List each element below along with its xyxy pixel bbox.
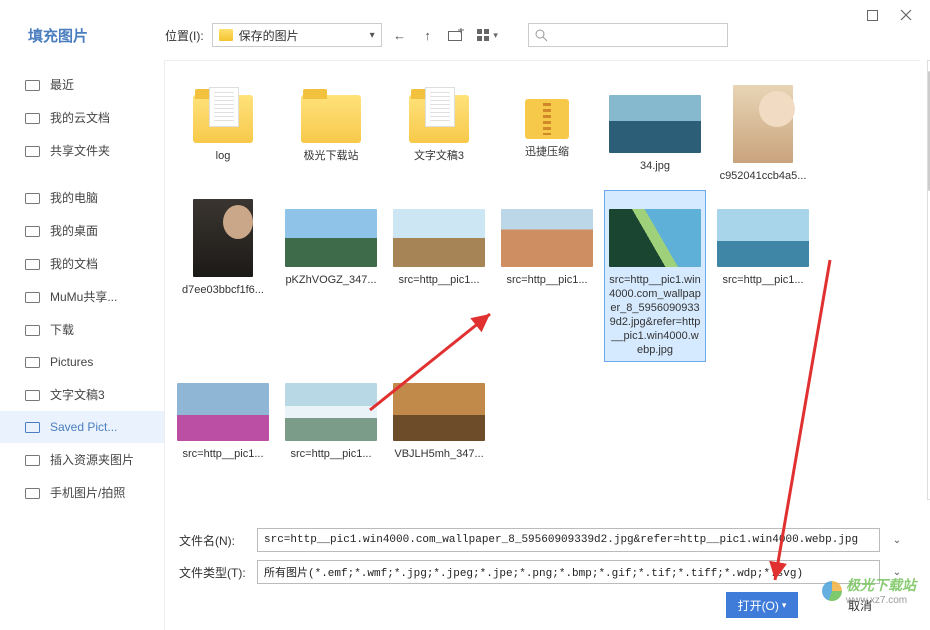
- up-button[interactable]: ↑: [418, 25, 438, 45]
- file-item-2[interactable]: 文字文稿3: [389, 77, 489, 187]
- sidebar-item-8[interactable]: Pictures: [0, 346, 164, 378]
- file-label: src=http__pic1...: [182, 447, 263, 461]
- filename-input[interactable]: src=http__pic1.win4000.com_wallpaper_8_5…: [257, 528, 880, 552]
- sidebar-item-9[interactable]: 文字文稿3: [0, 378, 164, 411]
- sidebar-item-12[interactable]: 手机图片/拍照: [0, 476, 164, 509]
- file-label: VBJLH5mh_347...: [394, 447, 483, 461]
- logo-icon: [822, 581, 842, 601]
- sidebar-item-label: 共享文件夹: [50, 142, 110, 159]
- new-folder-button[interactable]: [446, 25, 466, 45]
- location-combo[interactable]: 保存的图片 ▾: [212, 23, 382, 47]
- chevron-down-icon: ▾: [493, 30, 498, 41]
- maximize-button[interactable]: [866, 9, 878, 21]
- location-label: 位置(I):: [165, 27, 204, 44]
- watermark: 极光下载站 www.xz7.com: [822, 575, 916, 606]
- file-label: pKZhVOGZ_347...: [285, 273, 376, 287]
- sidebar-item-label: 最近: [50, 76, 74, 93]
- file-label: d7ee03bbcf1f6...: [182, 283, 264, 297]
- sidebar-item-2[interactable]: 共享文件夹: [0, 134, 164, 167]
- chevron-down-icon: ▾: [782, 600, 787, 611]
- file-label: 文字文稿3: [414, 149, 464, 163]
- file-item-14[interactable]: VBJLH5mh_347...: [389, 365, 489, 465]
- share-icon: [24, 143, 40, 159]
- search-input[interactable]: [528, 23, 728, 47]
- monitor-icon: [24, 190, 40, 206]
- sidebar-item-3[interactable]: 我的电脑: [0, 181, 164, 214]
- folder-icon: [24, 289, 40, 305]
- file-item-7[interactable]: pKZhVOGZ_347...: [281, 191, 381, 361]
- sidebar-item-7[interactable]: 下载: [0, 313, 164, 346]
- file-label: 迅捷压缩: [525, 145, 569, 159]
- file-item-3[interactable]: 迅捷压缩: [497, 77, 597, 187]
- download-icon: [24, 322, 40, 338]
- cloud-icon: [24, 110, 40, 126]
- view-button[interactable]: ▾: [474, 25, 502, 45]
- open-button-label: 打开(O): [738, 597, 779, 614]
- sidebar-item-label: Pictures: [50, 355, 93, 369]
- folder-icon: [24, 419, 40, 435]
- sidebar-item-1[interactable]: 我的云文档: [0, 101, 164, 134]
- folder-icon: [24, 387, 40, 403]
- file-item-13[interactable]: src=http__pic1...: [281, 365, 381, 465]
- sidebar-item-label: Saved Pict...: [50, 420, 117, 434]
- chevron-down-icon: ▾: [370, 30, 375, 41]
- sidebar: 最近 我的云文档 共享文件夹 我的电脑 我的桌面 我的文档 MuMu共享... …: [0, 60, 165, 630]
- document-icon: [24, 256, 40, 272]
- search-icon: [535, 29, 548, 42]
- sidebar-item-11[interactable]: 插入资源夹图片: [0, 443, 164, 476]
- sidebar-item-label: 我的云文档: [50, 109, 110, 126]
- file-label: 34.jpg: [640, 159, 670, 173]
- sidebar-item-label: 我的电脑: [50, 189, 98, 206]
- file-item-0[interactable]: log: [173, 77, 273, 187]
- dialog-title: 填充图片: [0, 25, 165, 46]
- sidebar-item-label: 我的桌面: [50, 222, 98, 239]
- file-label: 极光下载站: [304, 149, 359, 163]
- back-button[interactable]: ←: [390, 25, 410, 45]
- file-label: src=http__pic1...: [290, 447, 371, 461]
- filetype-input[interactable]: 所有图片(*.emf;*.wmf;*.jpg;*.jpeg;*.jpe;*.pn…: [257, 560, 880, 584]
- file-item-4[interactable]: 34.jpg: [605, 77, 705, 187]
- file-label: src=http__pic1.win4000.com_wallpaper_8_5…: [609, 273, 701, 357]
- file-label: log: [216, 149, 231, 163]
- sidebar-item-label: 下载: [50, 321, 74, 338]
- sidebar-item-label: 插入资源夹图片: [50, 451, 134, 468]
- sidebar-item-label: 我的文档: [50, 255, 98, 272]
- watermark-text: 极光下载站: [846, 575, 916, 595]
- image-icon: [24, 452, 40, 468]
- file-label: src=http__pic1...: [398, 273, 479, 287]
- file-item-12[interactable]: src=http__pic1...: [173, 365, 273, 465]
- clock-icon: [24, 77, 40, 93]
- folder-icon: [24, 354, 40, 370]
- file-item-9[interactable]: src=http__pic1...: [497, 191, 597, 361]
- file-label: src=http__pic1...: [722, 273, 803, 287]
- filetype-label: 文件类型(T):: [179, 564, 249, 581]
- sidebar-item-4[interactable]: 我的桌面: [0, 214, 164, 247]
- open-button[interactable]: 打开(O) ▾: [726, 592, 798, 618]
- watermark-url: www.xz7.com: [846, 595, 916, 606]
- file-item-5[interactable]: c952041ccb4a5...: [713, 77, 813, 187]
- chevron-down-icon[interactable]: ⌄: [888, 535, 906, 546]
- location-value: 保存的图片: [239, 27, 299, 44]
- file-item-1[interactable]: 极光下载站: [281, 77, 381, 187]
- file-label: src=http__pic1...: [506, 273, 587, 287]
- sidebar-item-label: 手机图片/拍照: [50, 484, 125, 501]
- sidebar-item-label: 文字文稿3: [50, 386, 105, 403]
- file-item-11[interactable]: src=http__pic1...: [713, 191, 813, 361]
- file-item-6[interactable]: d7ee03bbcf1f6...: [173, 191, 273, 361]
- sidebar-item-10[interactable]: Saved Pict...: [0, 411, 164, 443]
- sidebar-item-5[interactable]: 我的文档: [0, 247, 164, 280]
- file-browser: log 极光下载站 文字文稿3 迅捷压缩 34.jpg c952041ccb4a…: [165, 60, 920, 520]
- phone-icon: [24, 485, 40, 501]
- sidebar-item-6[interactable]: MuMu共享...: [0, 280, 164, 313]
- folder-icon: [219, 29, 233, 41]
- sidebar-item-0[interactable]: 最近: [0, 68, 164, 101]
- file-item-10[interactable]: src=http__pic1.win4000.com_wallpaper_8_5…: [605, 191, 705, 361]
- close-button[interactable]: [900, 9, 912, 21]
- bottom-panel: 文件名(N): src=http__pic1.win4000.com_wallp…: [165, 520, 920, 630]
- desktop-icon: [24, 223, 40, 239]
- filename-label: 文件名(N):: [179, 532, 249, 549]
- sidebar-item-label: MuMu共享...: [50, 288, 117, 305]
- file-label: c952041ccb4a5...: [720, 169, 807, 183]
- file-item-8[interactable]: src=http__pic1...: [389, 191, 489, 361]
